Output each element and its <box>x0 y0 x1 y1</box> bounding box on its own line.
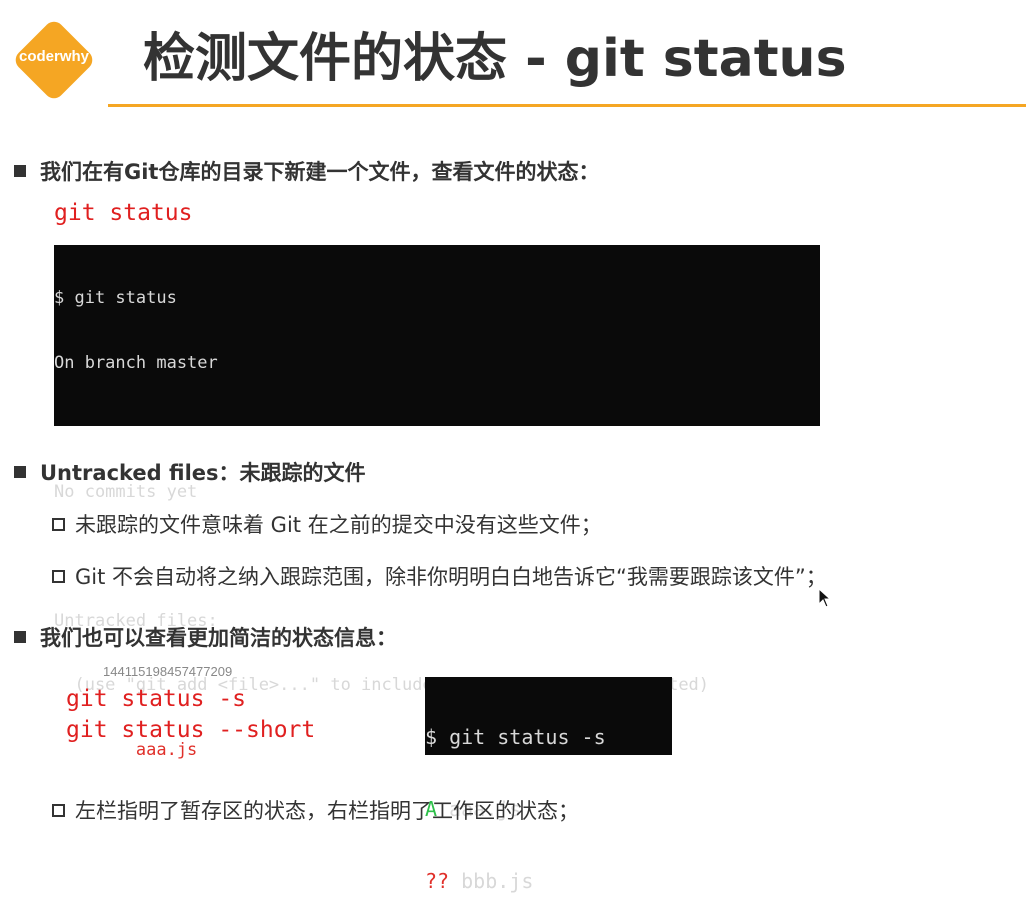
section3-note-text: 左栏指明了暂存区的状态，右栏指明了工作区的状态； <box>75 799 579 823</box>
section3-note: 左栏指明了暂存区的状态，右栏指明了工作区的状态； <box>52 795 579 825</box>
mouse-cursor-icon <box>818 588 832 608</box>
section1-heading-text: 我们在有Git仓库的目录下新建一个文件，查看文件的状态： <box>40 160 600 184</box>
page-title: 检测文件的状态 - git status <box>143 29 847 89</box>
section1-heading: 我们在有Git仓库的目录下新建一个文件，查看文件的状态： <box>14 156 599 186</box>
status-code-untracked: ?? <box>425 869 450 893</box>
git-status-command: git status <box>54 200 193 226</box>
section3-heading: 我们也可以查看更加简洁的状态信息： <box>14 622 397 652</box>
bullet-square-icon <box>14 631 26 643</box>
bullet-square-icon <box>14 165 26 177</box>
terminal-short-status-output: $ git status -s A aaa.js ?? bbb.js <box>425 677 672 893</box>
git-status-s-command: git status -s <box>66 686 247 712</box>
section2-item: 未跟踪的文件意味着 Git 在之前的提交中没有这些文件； <box>52 509 602 539</box>
terminal-git-status-output: $ git status On branch master No commits… <box>54 245 820 760</box>
hollow-square-bullet-icon <box>52 518 65 531</box>
git-status-short-command: git status --short <box>66 717 316 743</box>
section2-heading-text: Untracked files：未跟踪的文件 <box>40 461 366 485</box>
status-file: bbb.js <box>449 869 534 893</box>
id-text: 144115198457477209 <box>103 664 233 679</box>
coderwhy-logo: coderwhy <box>11 17 97 103</box>
terminal-status-row: ?? bbb.js <box>425 869 672 893</box>
section2-item: Git 不会自动将之纳入跟踪范围，除非你明明白白地告诉它“我需要跟踪该文件”； <box>52 561 827 591</box>
title-underline <box>108 104 1026 107</box>
terminal-prompt-line: $ git status -s <box>425 725 606 749</box>
terminal-line: $ git status <box>54 288 177 308</box>
logo-text: coderwhy <box>18 48 90 65</box>
section2-item-text: Git 不会自动将之纳入跟踪范围，除非你明明白白地告诉它“我需要跟踪该文件”； <box>75 565 827 589</box>
section2-item-text: 未跟踪的文件意味着 Git 在之前的提交中没有这些文件； <box>75 513 602 537</box>
terminal-line: On branch master <box>54 352 218 373</box>
section3-heading-text: 我们也可以查看更加简洁的状态信息： <box>40 626 397 650</box>
section2-heading: Untracked files：未跟踪的文件 <box>14 457 366 487</box>
bullet-square-icon <box>14 466 26 478</box>
hollow-square-bullet-icon <box>52 804 65 817</box>
hollow-square-bullet-icon <box>52 570 65 583</box>
